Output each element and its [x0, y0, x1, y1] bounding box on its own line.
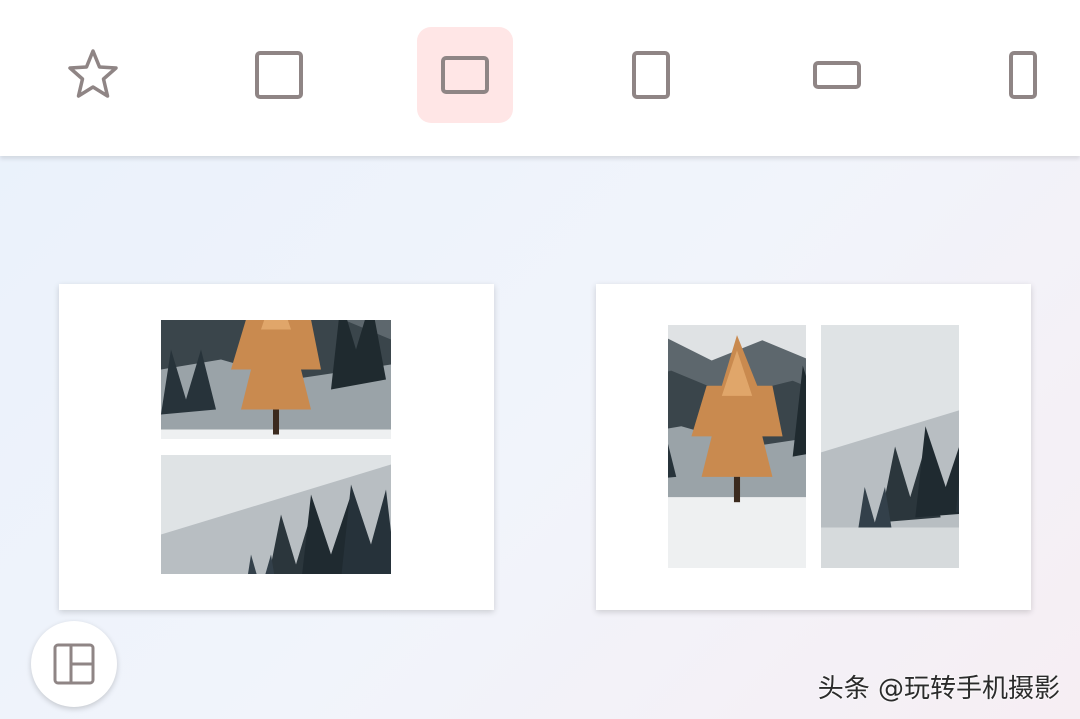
photo-snowy-slope	[161, 455, 391, 574]
aspect-wide-button[interactable]	[789, 27, 885, 123]
photo-snowy-slope	[821, 325, 959, 568]
aspect-portrait-button[interactable]	[603, 27, 699, 123]
aspect-tall-button[interactable]	[975, 27, 1071, 123]
square-icon	[255, 51, 303, 99]
aspect-freeform-button[interactable]	[45, 27, 141, 123]
photo-orange-larch	[668, 325, 806, 568]
layout-card-side-by-side[interactable]	[596, 284, 1031, 610]
star-icon	[68, 49, 118, 98]
layout-grid-icon	[53, 643, 95, 685]
watermark-text: 头条 @玩转手机摄影	[817, 674, 1060, 704]
tall-rect-icon	[1009, 51, 1037, 99]
layout-card-horizontal-stack[interactable]	[59, 284, 494, 610]
landscape-rect-icon	[441, 56, 489, 94]
aspect-landscape-button[interactable]	[417, 27, 513, 123]
portrait-rect-icon	[632, 51, 670, 99]
layout-selector-button[interactable]	[31, 621, 117, 707]
photo-orange-larch	[161, 320, 391, 439]
aspect-square-button[interactable]	[231, 27, 327, 123]
aspect-ratio-toolbar	[0, 0, 1080, 156]
wide-rect-icon	[813, 61, 861, 89]
